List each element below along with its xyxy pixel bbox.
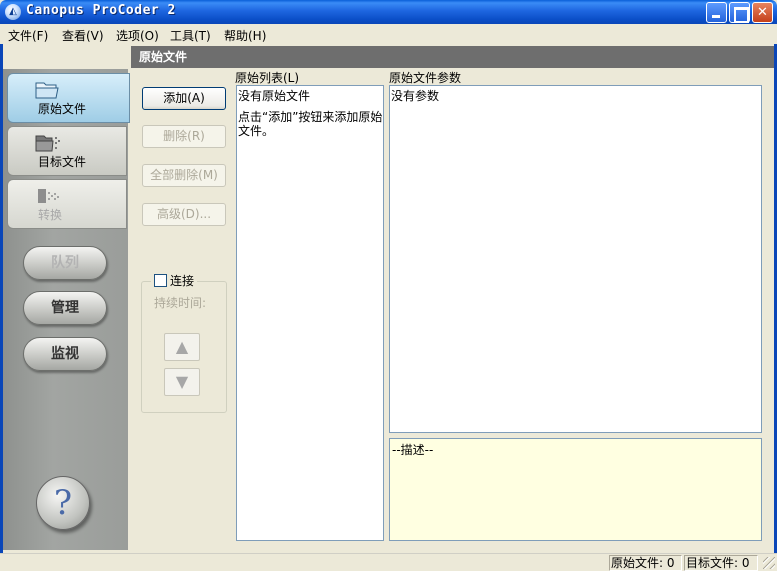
concat-checkbox-wrap[interactable]: 连接	[151, 272, 198, 288]
menu-help[interactable]: 帮助(H)	[224, 27, 266, 44]
sidebar-tab-label: 目标文件	[38, 155, 87, 169]
monitor-button[interactable]: 监视	[23, 337, 107, 371]
app-icon[interactable]: ◭	[5, 4, 21, 20]
menu-file[interactable]: 文件(F)	[8, 27, 48, 44]
concat-checkbox[interactable]	[154, 274, 167, 287]
main-panel: 添加(A) 删除(R) 全部删除(M) 高级(D)... 连接 持续时间: ▲ …	[131, 69, 774, 550]
source-list-empty-text: 没有原始文件	[238, 89, 311, 103]
arrow-up-icon: ▲	[175, 337, 189, 356]
sidebar-tab-label: 转换	[38, 208, 63, 222]
advanced-button[interactable]: 高级(D)...	[142, 203, 226, 226]
menu-bar: 文件(F) 查看(V) 选项(O) 工具(T) 帮助(H)	[0, 24, 777, 44]
window-title: Canopus ProCoder 2	[26, 3, 176, 18]
sidebar-tab-label: 原始文件	[38, 102, 87, 116]
sidebar: 原始文件 目标文件 转换 队列 管理 监视 ?	[3, 69, 130, 550]
title-bar[interactable]: ◭ Canopus ProCoder 2 ✕	[0, 0, 777, 24]
sidebar-tab-source[interactable]: 原始文件	[7, 73, 130, 123]
page-title: 原始文件	[131, 46, 774, 68]
add-button[interactable]: 添加(A)	[142, 87, 226, 110]
params-panel[interactable]: 没有参数	[389, 85, 762, 433]
status-bar: 原始文件: 0 目标文件: 0	[0, 553, 777, 571]
resize-grip[interactable]	[763, 557, 775, 569]
params-empty-text: 没有参数	[391, 89, 440, 103]
move-up-button[interactable]: ▲	[164, 333, 200, 361]
params-label: 原始文件参数	[389, 71, 462, 85]
menu-view[interactable]: 查看(V)	[62, 27, 104, 44]
duration-label: 持续时间:	[154, 296, 207, 310]
queue-button[interactable]: 队列	[23, 246, 107, 280]
arrow-down-icon: ▼	[175, 372, 189, 391]
delete-all-button[interactable]: 全部删除(M)	[142, 164, 226, 187]
status-source-count: 原始文件: 0	[609, 555, 682, 571]
delete-button[interactable]: 删除(R)	[142, 125, 226, 148]
description-text: --描述--	[392, 443, 434, 457]
status-target-count: 目标文件: 0	[684, 555, 758, 571]
sidebar-tab-convert[interactable]: 转换	[7, 179, 127, 229]
source-list-label: 原始列表(L)	[235, 71, 300, 85]
folder-icon	[35, 82, 59, 99]
menu-options[interactable]: 选项(O)	[116, 27, 159, 44]
close-button[interactable]: ✕	[752, 2, 773, 23]
convert-icon	[38, 189, 59, 203]
description-panel[interactable]: --描述--	[389, 438, 762, 541]
manage-button[interactable]: 管理	[23, 291, 107, 325]
move-down-button[interactable]: ▼	[164, 368, 200, 396]
help-icon[interactable]: ?	[36, 476, 90, 530]
target-folder-icon	[35, 135, 60, 152]
concat-checkbox-label[interactable]: 连接	[170, 274, 194, 288]
minimize-button[interactable]	[706, 2, 727, 23]
maximize-button[interactable]	[729, 2, 750, 23]
sidebar-tab-target[interactable]: 目标文件	[7, 126, 127, 176]
source-list[interactable]: 没有原始文件 点击“添加”按钮来添加原始文件。	[236, 85, 384, 541]
menu-tools[interactable]: 工具(T)	[170, 27, 211, 44]
source-list-hint-text: 点击“添加”按钮来添加原始文件。	[238, 110, 383, 138]
